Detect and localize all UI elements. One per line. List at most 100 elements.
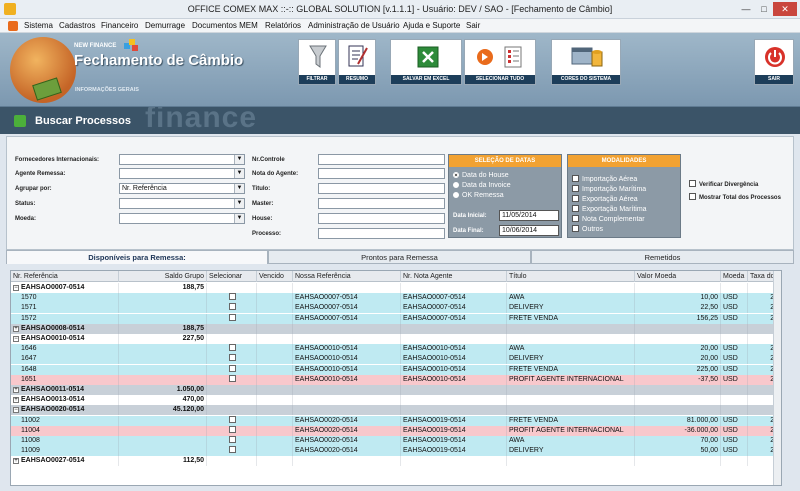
house-input[interactable]	[318, 213, 445, 224]
moeda-select[interactable]: ▼	[119, 213, 245, 224]
table-row[interactable]: 1647 EAHSAO0010-0514 EAHSAO0010-0514 DELIVE…	[11, 354, 781, 365]
status-select[interactable]: ▼	[119, 198, 245, 209]
select-checkbox[interactable]	[229, 303, 236, 311]
resumo-button[interactable]: RESUMO	[338, 39, 376, 85]
group-row[interactable]: + EAHSAO0008-0514 188,75	[11, 323, 781, 334]
radio-ok-remessa[interactable]: OK Remessa	[453, 192, 504, 199]
check-mostrar-total[interactable]: Mostrar Total dos Processos	[689, 193, 781, 201]
expand-icon[interactable]: +	[13, 458, 19, 465]
cell-saldo	[119, 293, 207, 304]
group-row[interactable]: − EAHSAO0010-0514 227,50	[11, 334, 781, 344]
check-nota-complementar[interactable]: Nota Complementar	[572, 215, 645, 223]
select-checkbox[interactable]	[229, 354, 236, 362]
radio-ok-remessa-label: OK Remessa	[462, 192, 504, 199]
col-selecionar[interactable]: Selecionar	[207, 271, 257, 282]
col-nr-nota-agente[interactable]: Nr. Nota Agente	[401, 271, 507, 282]
collapse-icon[interactable]: −	[13, 407, 19, 414]
check-verificar-divergencia[interactable]: Verificar Divergência	[689, 180, 758, 188]
col-nossa-referencia[interactable]: Nossa Referência	[293, 271, 401, 282]
select-checkbox[interactable]	[229, 364, 236, 372]
close-button[interactable]: ✕	[773, 2, 797, 16]
expand-icon[interactable]: +	[13, 397, 19, 404]
select-checkbox[interactable]	[229, 313, 236, 321]
select-checkbox[interactable]	[229, 374, 236, 382]
tab-remetidos[interactable]: Remetidos	[531, 250, 794, 264]
cell-nota: EAHSAO0019-0514	[401, 436, 507, 446]
menu-sistema[interactable]: Sistema	[24, 21, 53, 30]
group-row[interactable]: − EAHSAO0020-0514 45.120,00	[11, 405, 781, 416]
data-final-input[interactable]: 10/06/2014	[499, 225, 559, 236]
col-titulo[interactable]: Título	[507, 271, 635, 282]
select-checkbox[interactable]	[229, 415, 236, 423]
table-row[interactable]: 1572 EAHSAO0007-0514 EAHSAO0007-0514 FRETE …	[11, 313, 781, 324]
col-valor-moeda[interactable]: Valor Moeda	[635, 271, 721, 282]
minimize-button[interactable]: —	[738, 2, 754, 16]
col-vencido[interactable]: Vencido	[257, 271, 293, 282]
master-input[interactable]	[318, 198, 445, 209]
processo-input[interactable]	[318, 228, 445, 239]
checkbox-icon	[572, 175, 579, 182]
check-exportacao-maritima[interactable]: Exportação Marítima	[572, 205, 647, 213]
check-importacao-aerea[interactable]: Importação Aérea	[572, 175, 637, 183]
table-row[interactable]: 1648 EAHSAO0010-0514 EAHSAO0010-0514 FRETE …	[11, 364, 781, 375]
selecionar-tudo-button[interactable]: SELECIONAR TUDO	[464, 39, 536, 85]
cell-nossa	[293, 395, 401, 406]
check-importacao-maritima[interactable]: Importação Marítima	[572, 185, 646, 193]
cell-nossa	[293, 405, 401, 416]
radio-data-invoice[interactable]: Data da Invoice	[453, 182, 511, 189]
agrupar-select[interactable]: Nr. Referência ▼	[119, 183, 245, 194]
group-row[interactable]: + EAHSAO0013-0514 470,00	[11, 395, 781, 406]
nr-controle-input[interactable]	[318, 154, 445, 165]
group-row[interactable]: − EAHSAO0007-0514 188,75	[11, 283, 781, 293]
menu-sair[interactable]: Sair	[466, 21, 480, 30]
group-row[interactable]: + EAHSAO0011-0514 1.050,00	[11, 385, 781, 395]
select-checkbox[interactable]	[229, 446, 236, 454]
tab-prontos[interactable]: Prontos para Remessa	[268, 250, 531, 264]
titulo-input[interactable]	[318, 183, 445, 194]
group-row[interactable]: + EAHSAO0027-0514 112,50	[11, 456, 781, 467]
table-row[interactable]: 11009 EAHSAO0020-0514 EAHSAO0019-0514 DELIV…	[11, 446, 781, 457]
table-row[interactable]: 1570 EAHSAO0007-0514 EAHSAO0007-0514 AWA 10,…	[11, 293, 781, 304]
cores-sistema-button[interactable]: CORES DO SISTEMA	[551, 39, 621, 85]
menu-administracao-usuario[interactable]: Administração de Usuário	[308, 21, 400, 30]
menu-financeiro[interactable]: Financeiro	[101, 21, 138, 30]
select-checkbox[interactable]	[229, 425, 236, 433]
col-moeda[interactable]: Moeda	[721, 271, 748, 282]
vertical-scrollbar[interactable]	[773, 271, 781, 485]
agente-remessa-select[interactable]: ▼	[119, 168, 245, 179]
menu-ajuda-suporte[interactable]: Ajuda e Suporte	[403, 21, 460, 30]
table-row[interactable]: 1651 EAHSAO0010-0514 EAHSAO0010-0514 PROFIT…	[11, 374, 781, 385]
menu-cadastros[interactable]: Cadastros	[59, 21, 95, 30]
expand-icon[interactable]: +	[13, 325, 19, 332]
col-nr-referencia[interactable]: Nr. Referência	[11, 271, 119, 282]
nota-agente-input[interactable]	[318, 168, 445, 179]
cell-saldo: 45.120,00	[119, 405, 207, 416]
cell-nossa: EAHSAO0020-0514	[293, 446, 401, 457]
collapse-icon[interactable]: −	[13, 285, 19, 291]
maximize-button[interactable]: □	[756, 2, 772, 16]
table-row[interactable]: 11004 EAHSAO0020-0514 EAHSAO0019-0514 PROFI…	[11, 425, 781, 436]
menu-demurrage[interactable]: Demurrage	[145, 21, 185, 30]
collapse-icon[interactable]: −	[13, 336, 19, 342]
expand-icon[interactable]: +	[13, 387, 19, 393]
table-row[interactable]: 11008 EAHSAO0020-0514 EAHSAO0019-0514 AWA 70…	[11, 436, 781, 446]
select-checkbox[interactable]	[229, 344, 236, 352]
table-row[interactable]: 1571 EAHSAO0007-0514 EAHSAO0007-0514 DELIVE…	[11, 303, 781, 314]
table-row[interactable]: 11002 EAHSAO0020-0514 EAHSAO0019-0514 FRETE…	[11, 415, 781, 426]
check-outros[interactable]: Outros	[572, 225, 603, 233]
table-row[interactable]: 1646 EAHSAO0010-0514 EAHSAO0010-0514 AWA 20,…	[11, 344, 781, 355]
radio-data-house[interactable]: Data do House	[453, 172, 509, 179]
selecionar-tudo-label: SELECIONAR TUDO	[465, 75, 535, 84]
select-checkbox[interactable]	[229, 293, 236, 301]
fornecedores-select[interactable]: ▼	[119, 154, 245, 165]
select-checkbox[interactable]	[229, 436, 236, 443]
tab-disponiveis[interactable]: Disponíveis para Remessa:	[6, 250, 268, 264]
menu-relatorios[interactable]: Relatórios	[265, 21, 301, 30]
salvar-excel-button[interactable]: SALVAR EM EXCEL	[390, 39, 462, 85]
check-exportacao-aerea[interactable]: Exportação Aérea	[572, 195, 638, 203]
menu-documentos-mem[interactable]: Documentos MEM	[192, 21, 258, 30]
col-saldo-grupo[interactable]: Saldo Grupo	[119, 271, 207, 282]
filtrar-button[interactable]: FILTRAR	[298, 39, 336, 85]
sair-button[interactable]: SAIR	[754, 39, 794, 85]
data-inicial-input[interactable]: 11/05/2014	[499, 210, 559, 221]
